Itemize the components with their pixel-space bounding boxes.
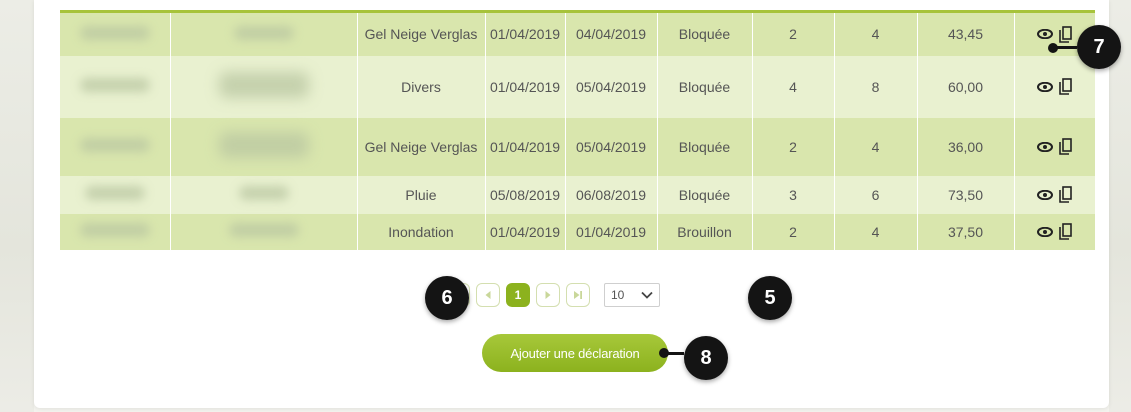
start-date-cell: 01/04/2019 [484, 55, 565, 118]
actions-cell [1013, 117, 1095, 176]
page-button-current[interactable]: 1 [506, 283, 530, 307]
redacted-cell [60, 10, 170, 56]
eye-icon[interactable] [1037, 141, 1054, 152]
amount-cell: 43,45 [916, 10, 1014, 56]
amount-cell: 73,50 [916, 175, 1014, 214]
eye-icon[interactable] [1037, 189, 1054, 200]
eye-icon[interactable] [1037, 81, 1054, 92]
table-row: Gel Neige Verglas 01/04/2019 05/04/2019 … [60, 117, 1095, 176]
end-date-cell: 01/04/2019 [564, 213, 657, 250]
prev-page-button[interactable] [476, 283, 500, 307]
actions-cell [1013, 55, 1095, 118]
redacted-cell [169, 10, 357, 56]
end-date-cell: 06/08/2019 [564, 175, 657, 214]
callout-8-badge: 8 [684, 336, 728, 380]
end-date-cell: 05/04/2019 [564, 117, 657, 176]
table-row: Pluie 05/08/2019 06/08/2019 Bloquée 3 6 … [60, 175, 1095, 214]
amount-cell: 60,00 [916, 55, 1014, 118]
declarations-table: Gel Neige Verglas 01/04/2019 04/04/2019 … [60, 10, 1095, 250]
next-page-icon [545, 291, 551, 299]
background-left [0, 0, 34, 412]
count-cell: 4 [751, 55, 834, 118]
type-cell: Pluie [356, 175, 485, 214]
add-declaration-button[interactable]: Ajouter une déclaration [482, 334, 668, 372]
type-cell: Gel Neige Verglas [356, 117, 485, 176]
actions-cell [1013, 175, 1095, 214]
amount-cell: 37,50 [916, 213, 1014, 250]
callout-7-connector [1053, 46, 1077, 49]
callout-7-badge: 7 [1077, 25, 1121, 69]
page-size-value: 10 [611, 288, 625, 302]
eye-icon[interactable] [1037, 29, 1054, 40]
page-size-select[interactable]: 10 [604, 283, 660, 307]
count-cell: 4 [833, 10, 917, 56]
count-cell: 3 [751, 175, 834, 214]
redacted-cell [169, 117, 357, 176]
redacted-cell [169, 213, 357, 250]
count-cell: 8 [833, 55, 917, 118]
count-cell: 2 [751, 213, 834, 250]
eye-icon[interactable] [1037, 226, 1054, 237]
type-cell: Gel Neige Verglas [356, 10, 485, 56]
copy-icon[interactable] [1059, 223, 1073, 240]
callout-8-connector [664, 352, 684, 355]
start-date-cell: 05/08/2019 [484, 175, 565, 214]
next-page-button[interactable] [536, 283, 560, 307]
end-date-cell: 05/04/2019 [564, 55, 657, 118]
copy-icon[interactable] [1059, 25, 1073, 43]
redacted-cell [60, 214, 170, 250]
count-cell: 2 [751, 117, 834, 176]
redacted-cell [60, 176, 170, 214]
copy-icon[interactable] [1059, 78, 1073, 95]
status-cell: Brouillon [656, 213, 752, 250]
actions-cell [1013, 213, 1095, 250]
callout-6-badge: 6 [425, 276, 469, 320]
start-date-cell: 01/04/2019 [484, 117, 565, 176]
copy-icon[interactable] [1059, 138, 1073, 155]
chevron-down-icon [641, 291, 653, 299]
redacted-cell [60, 118, 170, 176]
status-cell: Bloquée [656, 175, 752, 214]
status-cell: Bloquée [656, 117, 752, 176]
end-date-cell: 04/04/2019 [564, 10, 657, 56]
table-row: Divers 01/04/2019 05/04/2019 Bloquée 4 8… [60, 55, 1095, 118]
redacted-cell [169, 175, 357, 214]
count-cell: 2 [751, 10, 834, 56]
callout-5-badge: 5 [748, 276, 792, 320]
count-cell: 6 [833, 175, 917, 214]
redacted-cell [60, 56, 170, 118]
last-page-button[interactable] [566, 283, 590, 307]
type-cell: Divers [356, 55, 485, 118]
prev-page-icon [485, 291, 491, 299]
pagination: 1 10 [446, 283, 660, 307]
start-date-cell: 01/04/2019 [484, 213, 565, 250]
status-cell: Bloquée [656, 10, 752, 56]
redacted-cell [169, 55, 357, 118]
table-row: Inondation 01/04/2019 01/04/2019 Brouill… [60, 213, 1095, 250]
status-cell: Bloquée [656, 55, 752, 118]
type-cell: Inondation [356, 213, 485, 250]
start-date-cell: 01/04/2019 [484, 10, 565, 56]
amount-cell: 36,00 [916, 117, 1014, 176]
last-page-icon [574, 291, 582, 299]
table-body: Gel Neige Verglas 01/04/2019 04/04/2019 … [60, 10, 1095, 250]
copy-icon[interactable] [1059, 186, 1073, 203]
count-cell: 4 [833, 117, 917, 176]
table-row: Gel Neige Verglas 01/04/2019 04/04/2019 … [60, 10, 1095, 56]
count-cell: 4 [833, 213, 917, 250]
